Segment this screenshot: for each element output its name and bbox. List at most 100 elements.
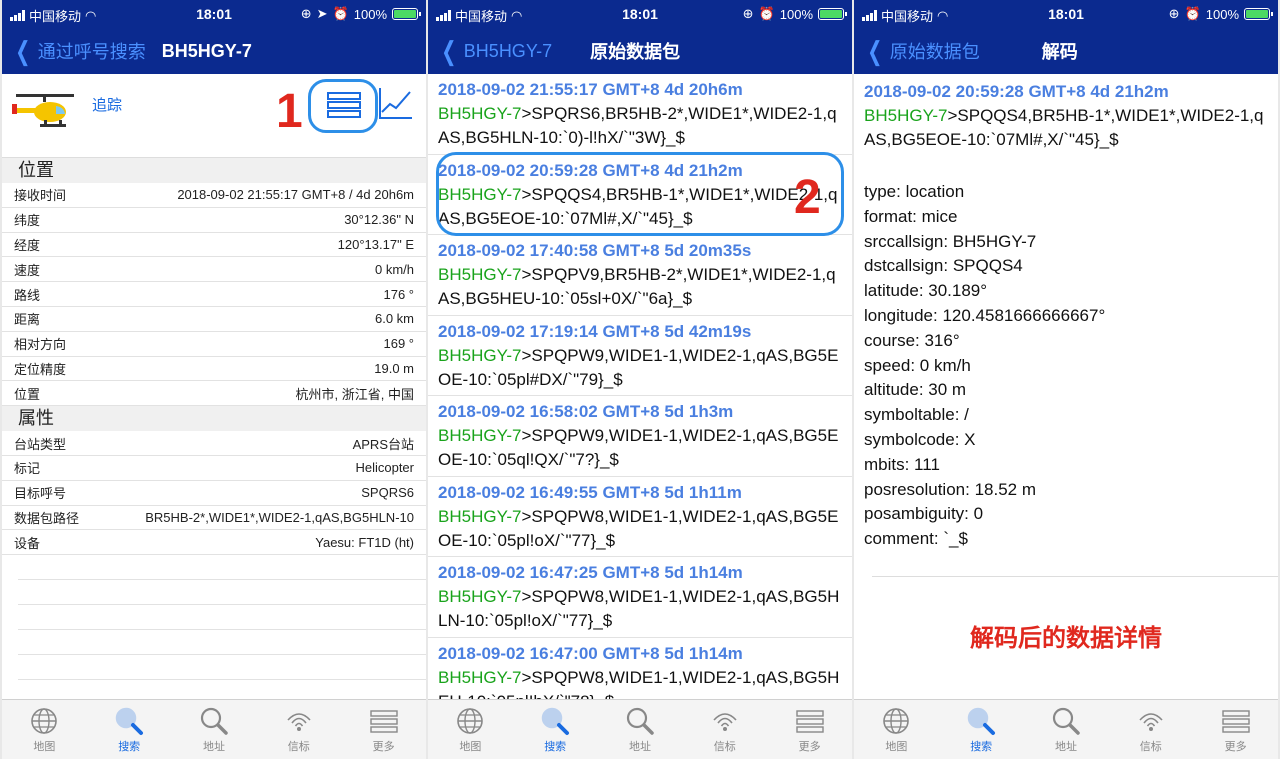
back-button[interactable]: ❮ BH5HGY-7 [428,38,552,64]
tab-address-search[interactable]: 地址 [172,700,257,759]
detail-key: 接收时间 [14,188,67,204]
tab-globe[interactable]: 地图 [2,700,87,759]
packet-callsign: BH5HGY-7 [864,106,948,125]
chevron-left-icon: ❮ [15,36,31,66]
packet-timestamp: 2018-09-02 16:58:02 GMT+8 5d 1h3m [438,402,734,421]
status-bar: 中国移动 ◠ 18:01 ⊕ ⏰ 100% [428,0,852,28]
beacon-icon [1136,706,1166,738]
tab-address-search[interactable]: 地址 [598,700,683,759]
packet-item[interactable]: 2018-09-02 21:55:17 GMT+8 4d 20h6m BH5HG… [428,74,852,155]
detail-value: BR5HB-2*,WIDE1*,WIDE2-1,qAS,BG5HLN-10 [145,509,414,525]
tab-label: 地址 [202,740,225,753]
beacon-icon [710,706,740,738]
tab-beacon[interactable]: 信标 [1108,700,1193,759]
tab-label: 地址 [628,740,651,753]
tab-beacon[interactable]: 信标 [256,700,341,759]
tab-globe[interactable]: 地图 [854,700,939,759]
back-label: 原始数据包 [889,42,980,62]
packet-callsign: BH5HGY-7 [438,426,522,445]
packet-item[interactable]: 2018-09-02 17:19:14 GMT+8 5d 42m19s BH5H… [428,316,852,396]
tab-label: 更多 [372,740,395,753]
battery-icon [1244,8,1273,20]
tab-more[interactable]: 更多 [1193,700,1278,759]
tab-more[interactable]: 更多 [341,700,426,759]
empty-row [18,605,426,631]
raw-packets-list-icon[interactable] [326,90,362,120]
detail-row: 标记 Helicopter [2,456,426,481]
alarm-icon: ⏰ [758,6,775,21]
detail-value: 19.0 m [374,360,414,376]
packet-item[interactable]: 2018-09-02 16:58:02 GMT+8 5d 1h3m BH5HGY… [428,396,852,477]
detail-key: 速度 [14,262,41,278]
tab-search[interactable]: 搜索 [87,700,172,759]
screen-decode: 中国移动 ◠ 18:01 ⊕ ⏰ 100% ❮ 原始数据包 解码 2018-09-02 … [854,0,1278,759]
packet-item[interactable]: 2018-09-02 16:49:55 GMT+8 5d 1h11m BH5HG… [428,477,852,557]
packet-item[interactable]: 2018-09-02 16:47:25 GMT+8 5d 1h14m BH5HG… [428,557,852,638]
chart-icon[interactable] [378,86,414,120]
packet-callsign: BH5HGY-7 [438,104,522,123]
track-button[interactable]: 追踪 [92,94,122,115]
nav-bar: ❮ BH5HGY-7 原始数据包 [428,28,852,74]
chevron-left-icon: ❮ [441,36,457,66]
battery-percent: 100% [353,6,387,22]
detail-row: 目标呼号 SPQRS6 [2,481,426,506]
detail-key: 经度 [14,237,41,253]
detail-value: 169 ° [383,336,414,352]
tab-globe[interactable]: 地图 [428,700,513,759]
packet-callsign: BH5HGY-7 [438,345,522,365]
station-detail-list: 位置 接收时间 2018-09-02 21:55:17 GMT+8 / 4d 2… [2,158,426,681]
tab-bar: 地图 搜索 地址 信标 更多 [2,699,426,759]
packet-timestamp: 2018-09-02 16:49:55 GMT+8 5d 1h11m [438,482,742,502]
chevron-left-icon: ❮ [867,36,883,66]
address-search-icon [625,706,655,738]
lock-rotation-icon: ⊕ [742,6,754,21]
tab-search[interactable]: 搜索 [939,700,1024,759]
status-bar: 中国移动 ◠ 18:01 ⊕ ⏰ 100% [854,0,1278,28]
tab-label: 搜索 [118,740,141,753]
packet-callsign: BH5HGY-7 [438,667,522,687]
nav-bar: ❮ 原始数据包 解码 [854,28,1278,74]
annotation-number-2: 2 [794,171,821,224]
tab-beacon[interactable]: 信标 [682,700,767,759]
battery-percent: 100% [779,6,813,22]
back-button[interactable]: ❮ 原始数据包 [854,38,980,64]
decoded-field: mbits: 111 [864,454,940,474]
beacon-icon [284,706,314,738]
annotation-number-1: 1 [276,85,303,138]
tab-search[interactable]: 搜索 [513,700,598,759]
tab-label: 地图 [459,740,482,753]
packet-timestamp: 2018-09-02 20:59:28 GMT+8 4d 21h2m [864,82,1169,101]
detail-key: 位置 [14,386,41,402]
detail-value: 杭州市, 浙江省, 中国 [295,386,414,402]
packet-timestamp: 2018-09-02 21:55:17 GMT+8 4d 20h6m [438,80,743,99]
section-header: 属性 [2,406,426,432]
back-button[interactable]: ❮ 通过呼号搜索 [2,38,146,64]
search-icon [966,706,996,738]
more-icon [795,706,825,738]
detail-key: 路线 [14,287,41,303]
tab-label: 更多 [798,740,821,753]
detail-key: 目标呼号 [14,486,67,502]
tab-address-search[interactable]: 地址 [1024,700,1109,759]
detail-key: 定位精度 [14,361,67,377]
tab-more[interactable]: 更多 [767,700,852,759]
divider [872,576,1278,577]
decoded-field: type: location [864,182,965,201]
detail-row: 相对方向 169 ° [2,332,426,357]
tab-label: 搜索 [544,740,567,753]
search-icon [114,706,144,738]
page-title: 原始数据包 [590,42,681,62]
detail-row: 纬度 30°12.36" N [2,208,426,233]
empty-row [18,580,426,606]
lock-rotation-icon: ⊕ [300,6,312,21]
packet-callsign: BH5HGY-7 [438,506,522,526]
empty-row [18,630,426,656]
decoded-field: latitude: 30.189° [864,281,988,301]
detail-row: 数据包路径 BR5HB-2*,WIDE1*,WIDE2-1,qAS,BG5HLN… [2,506,426,531]
alarm-icon: ⏰ [1184,6,1201,21]
decoded-field: format: mice [864,206,958,226]
screen-raw-packets: 中国移动 ◠ 18:01 ⊕ ⏰ 100% ❮ BH5HGY-7 原始数据包 2018-… [428,0,852,759]
address-search-icon [199,706,229,738]
packet-item[interactable]: 2018-09-02 17:40:58 GMT+8 5d 20m35s BH5H… [428,235,852,316]
decoded-field: comment: `_$ [864,529,968,549]
